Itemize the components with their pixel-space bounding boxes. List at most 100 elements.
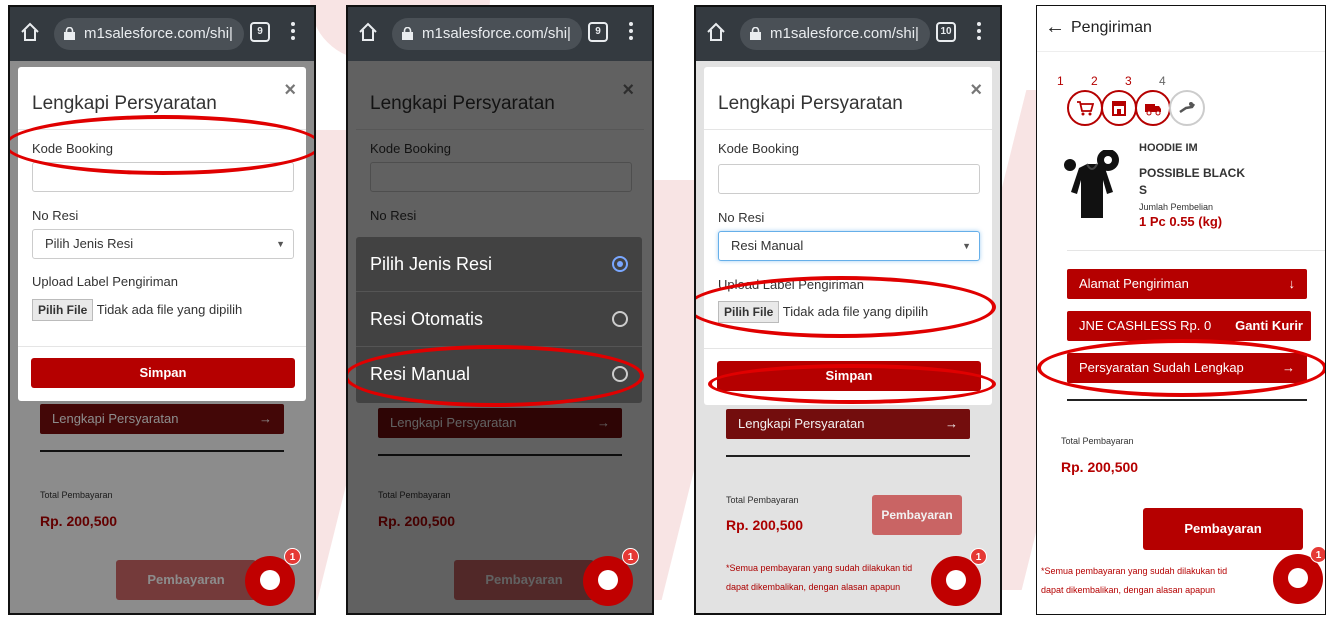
kebab-menu-icon[interactable]: [976, 22, 982, 42]
divider: [1067, 250, 1325, 251]
picker-option[interactable]: Resi Otomatis: [356, 292, 642, 347]
file-input[interactable]: Pilih File Tidak ada file yang dipilih: [32, 299, 242, 321]
url-text: m1salesforce.com/shi|: [84, 25, 233, 42]
divider: [1067, 399, 1307, 401]
no-resi-label: No Resi: [32, 208, 79, 223]
step-cart: [1067, 90, 1103, 126]
tab-count-button[interactable]: 10: [936, 22, 956, 42]
upload-label: Upload Label Pengiriman: [32, 274, 178, 289]
back-arrow-icon[interactable]: ←: [1045, 16, 1065, 39]
browser-toolbar: m1salesforce.com/shi| 9: [10, 7, 314, 61]
address-button[interactable]: Alamat Pengiriman ↓: [1067, 269, 1307, 299]
kebab-menu-icon[interactable]: [290, 22, 296, 42]
chat-badge: 1: [622, 548, 639, 565]
phone-screen-4: ← Pengiriman 1 2 3 4 HOODIE IM POSSIBLE …: [1036, 5, 1326, 615]
tab-count-button[interactable]: 9: [250, 22, 270, 42]
payment-note-line1: *Semua pembayaran yang sudah dilakukan t…: [1041, 566, 1228, 576]
phone-screen-1: m1salesforce.com/shi| 9 Lengkapi Persyar…: [8, 5, 316, 615]
chat-widget[interactable]: 1: [931, 548, 987, 606]
tutorial-stage: m1salesforce.com/shi| 9 Lengkapi Persyar…: [0, 0, 1330, 617]
chat-widget[interactable]: 1: [1273, 546, 1325, 604]
total-value: Rp. 200,500: [1061, 459, 1139, 475]
step-store: [1101, 90, 1137, 126]
kode-booking-label: Kode Booking: [718, 141, 799, 156]
radio-checked-icon: [612, 256, 628, 272]
save-button[interactable]: Simpan: [31, 358, 295, 388]
chat-bubble-icon: [1288, 568, 1308, 588]
home-icon[interactable]: [20, 22, 40, 42]
no-resi-value: Resi Manual: [731, 238, 804, 253]
file-status: Tidak ada file yang dipilih: [96, 302, 243, 317]
product-name: POSSIBLE BLACK: [1139, 166, 1246, 180]
option-label: Resi Otomatis: [370, 309, 484, 329]
step-number: 3: [1125, 74, 1132, 88]
address-label: Alamat Pengiriman: [1079, 276, 1189, 291]
step-payment: [1169, 90, 1205, 126]
hand-money-icon: [1179, 102, 1196, 114]
arrow-down-icon: ↓: [1288, 276, 1296, 291]
chat-widget[interactable]: 1: [245, 548, 301, 606]
chat-bubble-icon: [946, 570, 966, 590]
hoodie-image: [1064, 149, 1119, 218]
close-icon[interactable]: ×: [970, 79, 982, 102]
chat-badge: 1: [284, 548, 301, 565]
no-resi-select[interactable]: Pilih Jenis Resi ▼: [32, 229, 294, 259]
url-text: m1salesforce.com/shi|: [770, 25, 919, 42]
no-resi-value: Pilih Jenis Resi: [45, 236, 134, 251]
address-bar[interactable]: m1salesforce.com/shi|: [740, 18, 930, 50]
annotation-ellipse: [348, 345, 644, 407]
payment-note-line2: dapat dikembalikan, dengan alasan apapun: [1041, 585, 1216, 595]
step-number: 2: [1091, 74, 1098, 88]
annotation-ellipse: [696, 276, 996, 338]
home-icon[interactable]: [706, 22, 726, 42]
modal-divider: [18, 346, 306, 347]
truck-icon: [1145, 104, 1161, 116]
app-header: ← Pengiriman: [1037, 6, 1325, 52]
address-bar[interactable]: m1salesforce.com/shi|: [392, 18, 582, 50]
store-icon: [1112, 101, 1126, 116]
lock-icon: [750, 27, 761, 40]
chat-widget[interactable]: 1: [583, 548, 639, 606]
choose-file-button[interactable]: Pilih File: [32, 299, 94, 321]
annotation-ellipse: [1037, 339, 1325, 397]
chevron-down-icon: ▼: [962, 241, 971, 251]
chevron-down-icon: ▼: [276, 239, 285, 249]
courier-label: JNE CASHLESS Rp. 0: [1079, 318, 1212, 333]
product-image: [1057, 149, 1129, 222]
tab-count-button[interactable]: 9: [588, 22, 608, 42]
url-text: m1salesforce.com/shi|: [422, 25, 571, 42]
courier-button[interactable]: JNE CASHLESS Rp. 0 Ganti Kurir: [1067, 311, 1311, 341]
pay-button[interactable]: Pembayaran: [1143, 508, 1303, 550]
page-title: Pengiriman: [1071, 19, 1152, 36]
modal-divider: [704, 129, 992, 130]
no-resi-select[interactable]: Resi Manual ▼: [718, 231, 980, 261]
kebab-menu-icon[interactable]: [628, 22, 634, 42]
kode-booking-input[interactable]: [718, 164, 980, 194]
step-number: 1: [1057, 74, 1064, 88]
lock-icon: [64, 27, 75, 40]
modal-title: Lengkapi Persyaratan: [718, 93, 903, 114]
radio-icon: [612, 311, 628, 327]
modal-title: Lengkapi Persyaratan: [32, 93, 217, 114]
cart-icon: [1077, 101, 1094, 116]
browser-toolbar: m1salesforce.com/shi| 10: [696, 7, 1000, 61]
chat-bubble-icon: [260, 570, 280, 590]
address-bar[interactable]: m1salesforce.com/shi|: [54, 18, 244, 50]
step-delivery: [1135, 90, 1171, 126]
phone-screen-2: m1salesforce.com/shi| 9 Lengkapi Persyar…: [346, 5, 654, 615]
modal-divider: [704, 348, 992, 349]
qty-value: 1 Pc 0.55 (kg): [1139, 214, 1223, 229]
phone-screen-3: m1salesforce.com/shi| 10 Lengkapi Persya…: [694, 5, 1002, 615]
browser-toolbar: m1salesforce.com/shi| 9: [348, 7, 652, 61]
home-icon[interactable]: [358, 22, 378, 42]
annotation-ellipse: [708, 364, 996, 404]
change-courier-link[interactable]: Ganti Kurir: [1235, 311, 1303, 341]
chat-bubble-icon: [598, 570, 618, 590]
picker-option[interactable]: Pilih Jenis Resi: [356, 237, 642, 292]
step-number: 4: [1159, 74, 1166, 88]
total-label: Total Pembayaran: [1061, 436, 1134, 446]
chat-badge: 1: [1310, 546, 1325, 563]
product-variant: S: [1139, 183, 1148, 197]
close-icon[interactable]: ×: [284, 79, 296, 102]
lock-icon: [402, 27, 413, 40]
